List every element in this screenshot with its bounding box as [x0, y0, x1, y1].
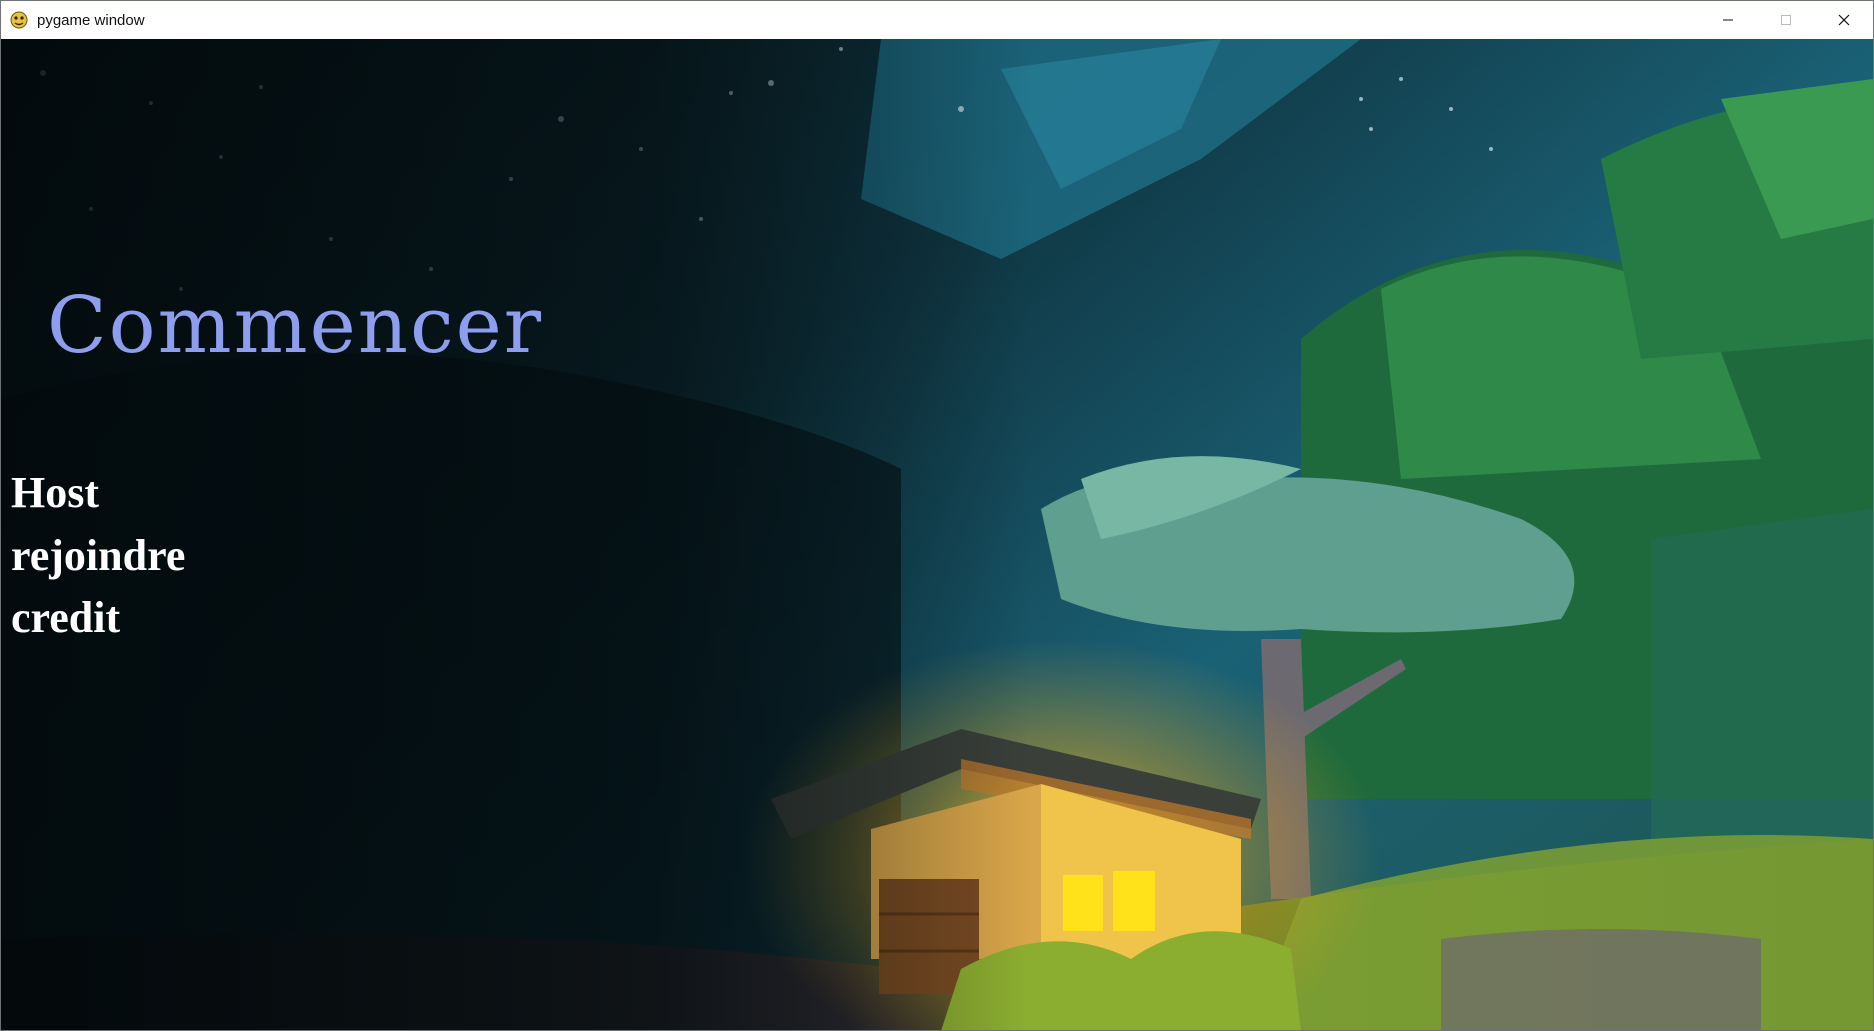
minimize-icon: [1723, 19, 1733, 21]
host-button[interactable]: Host: [11, 471, 99, 515]
maximize-button[interactable]: [1757, 1, 1815, 39]
close-button[interactable]: [1815, 1, 1873, 39]
join-button[interactable]: rejoindre: [11, 534, 185, 578]
minimize-button[interactable]: [1699, 1, 1757, 39]
close-icon: [1838, 14, 1850, 26]
window-title: pygame window: [37, 11, 145, 29]
game-window: pygame window Commencer Host rejoindre c…: [0, 0, 1874, 1031]
credit-button[interactable]: credit: [11, 596, 120, 640]
title-bar[interactable]: pygame window: [1, 1, 1873, 39]
pygame-snake-icon: [10, 11, 28, 29]
game-canvas[interactable]: Commencer Host rejoindre credit: [1, 39, 1873, 1030]
window-controls: [1699, 1, 1873, 39]
menu-title: Commencer: [47, 281, 544, 371]
maximize-icon: [1781, 15, 1791, 25]
background-scene: [1, 39, 1873, 1030]
